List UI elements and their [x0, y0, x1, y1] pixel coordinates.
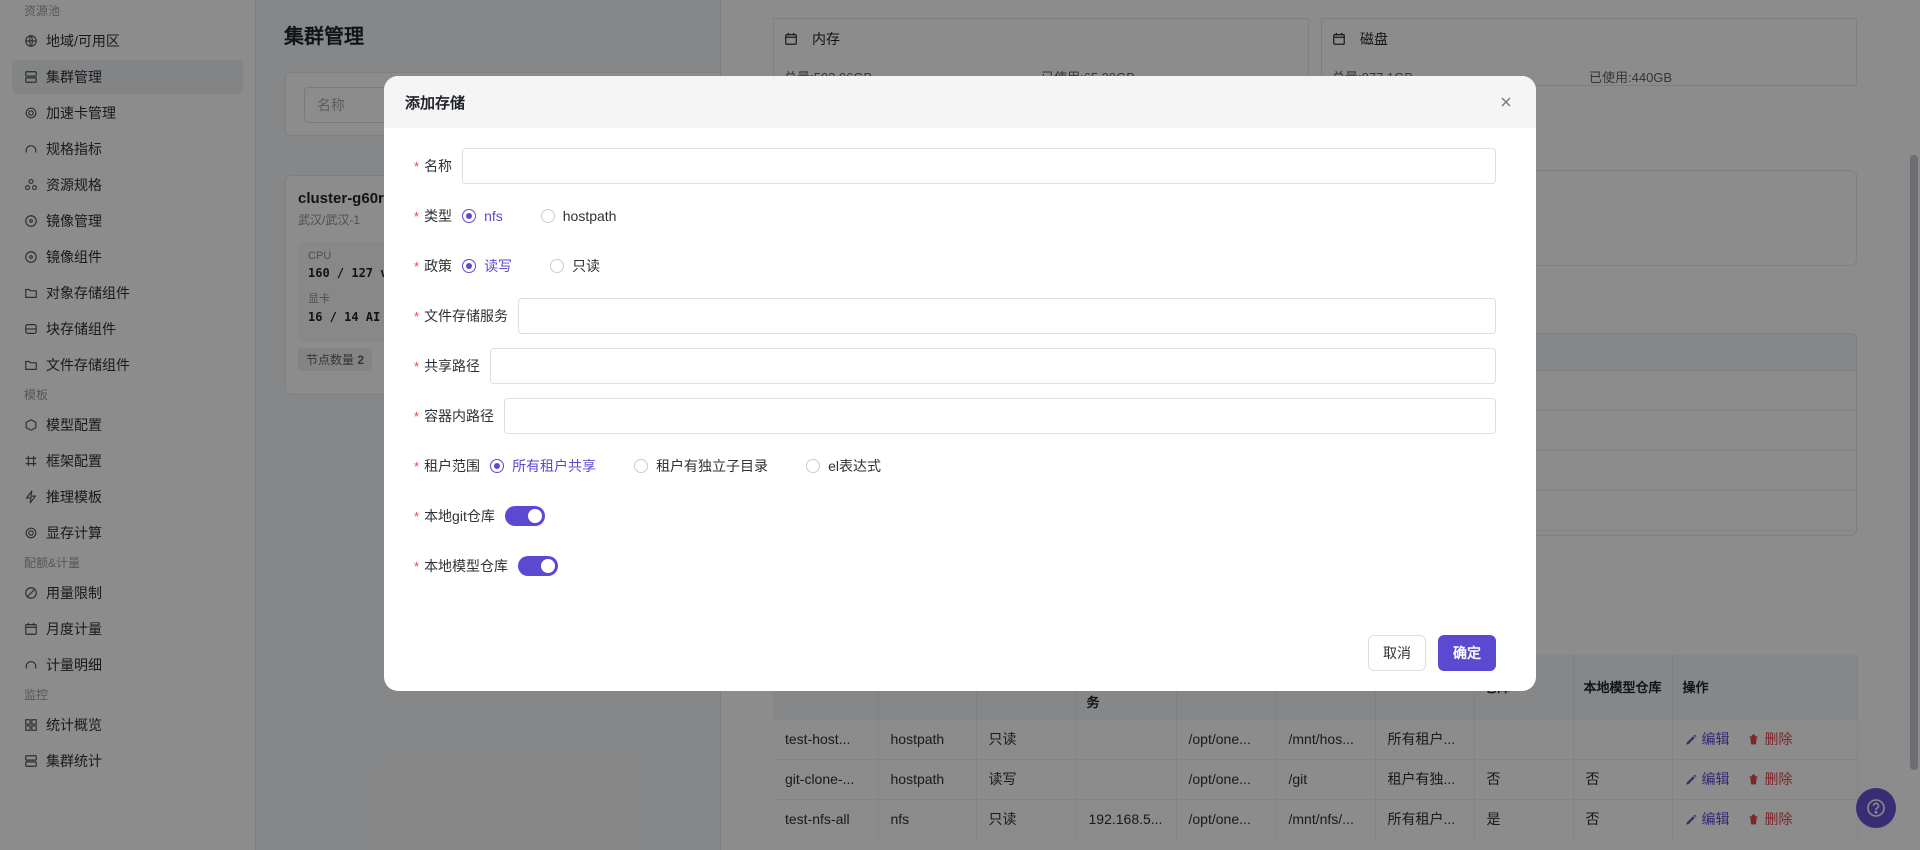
radio-label: 所有租户共享 [512, 458, 597, 474]
radio-label: 只读 [572, 258, 601, 274]
form-row-share-path: * 共享路径 [414, 348, 1496, 384]
dialog-header: 添加存储 [384, 76, 1536, 128]
policy-radio-readonly[interactable]: 只读 [550, 256, 600, 276]
tenant-radio-subdir[interactable]: 租户有独立子目录 [634, 456, 768, 476]
required-mark: * [414, 408, 420, 424]
required-mark: * [414, 308, 420, 324]
required-mark: * [414, 258, 420, 274]
local-model-toggle[interactable] [518, 556, 559, 576]
form-label: * 本地git仓库 [414, 506, 495, 526]
tenant-radio-shared[interactable]: 所有租户共享 [490, 456, 596, 476]
label-text: 政策 [424, 258, 453, 274]
form-label: * 本地模型仓库 [414, 556, 508, 576]
tenant-radio-el-expression[interactable]: el表达式 [806, 456, 881, 476]
form-label: * 类型 [414, 206, 452, 226]
policy-radio-readwrite[interactable]: 读写 [462, 256, 512, 276]
type-radio-hostpath[interactable]: hostpath [540, 208, 617, 224]
form-row-type: * 类型 nfs hostpath [414, 198, 1496, 234]
radio-dot [634, 459, 649, 473]
form-label: * 租户范围 [414, 456, 480, 476]
radio-dot [462, 259, 477, 273]
radio-dot [806, 459, 821, 473]
label-text: 类型 [424, 208, 453, 224]
share-path-input[interactable] [490, 348, 1496, 384]
type-radio-nfs[interactable]: nfs [462, 208, 503, 224]
label-text: 本地git仓库 [424, 508, 495, 524]
form-row-policy: * 政策 读写 只读 [414, 248, 1496, 284]
form-label: * 名称 [414, 156, 452, 176]
required-mark: * [414, 558, 420, 574]
label-text: 名称 [424, 158, 453, 174]
radio-label: 租户有独立子目录 [656, 458, 769, 474]
add-storage-dialog: 添加存储 * 名称 * 类型 nfs hostpath * 政策 读写 只读 * 文件存… [384, 76, 1536, 691]
form-row-file-service: * 文件存储服务 [414, 298, 1496, 334]
container-path-input[interactable] [504, 398, 1496, 434]
radio-dot [550, 259, 565, 273]
required-mark: * [414, 508, 420, 524]
label-text: 本地模型仓库 [424, 558, 509, 574]
form-row-local-git: * 本地git仓库 [414, 498, 1496, 534]
radio-dot [490, 459, 505, 473]
required-mark: * [414, 158, 420, 174]
label-text: 共享路径 [424, 358, 481, 374]
form-label: * 政策 [414, 256, 452, 276]
label-text: 文件存储服务 [424, 308, 509, 324]
file-service-input[interactable] [518, 298, 1496, 334]
form-row-local-model: * 本地模型仓库 [414, 548, 1496, 584]
required-mark: * [414, 458, 420, 474]
form-row-name: * 名称 [414, 148, 1496, 184]
radio-label: 读写 [484, 258, 513, 274]
radio-label: el表达式 [828, 458, 881, 474]
form-row-container-path: * 容器内路径 [414, 398, 1496, 434]
form-label: * 文件存储服务 [414, 306, 508, 326]
dialog-title: 添加存储 [405, 94, 466, 112]
required-mark: * [414, 358, 420, 374]
local-git-toggle[interactable] [504, 506, 545, 526]
confirm-button[interactable]: 确定 [1438, 635, 1496, 671]
name-input[interactable] [462, 148, 1496, 184]
label-text: 容器内路径 [424, 408, 495, 424]
radio-label: nfs [484, 208, 503, 224]
label-text: 租户范围 [424, 458, 481, 474]
form-row-tenant-scope: * 租户范围 所有租户共享 租户有独立子目录 el表达式 [414, 448, 1496, 484]
form-label: * 容器内路径 [414, 406, 494, 426]
form-label: * 共享路径 [414, 356, 480, 376]
cancel-button[interactable]: 取消 [1368, 635, 1426, 671]
radio-label: hostpath [562, 208, 617, 224]
required-mark: * [414, 208, 420, 224]
dialog-body: * 名称 * 类型 nfs hostpath * 政策 读写 只读 * 文件存储服务 *… [384, 128, 1536, 584]
close-icon[interactable] [1498, 94, 1514, 110]
dialog-footer: 取消 确定 [1368, 635, 1496, 671]
radio-dot [540, 209, 555, 223]
radio-dot [462, 209, 477, 223]
